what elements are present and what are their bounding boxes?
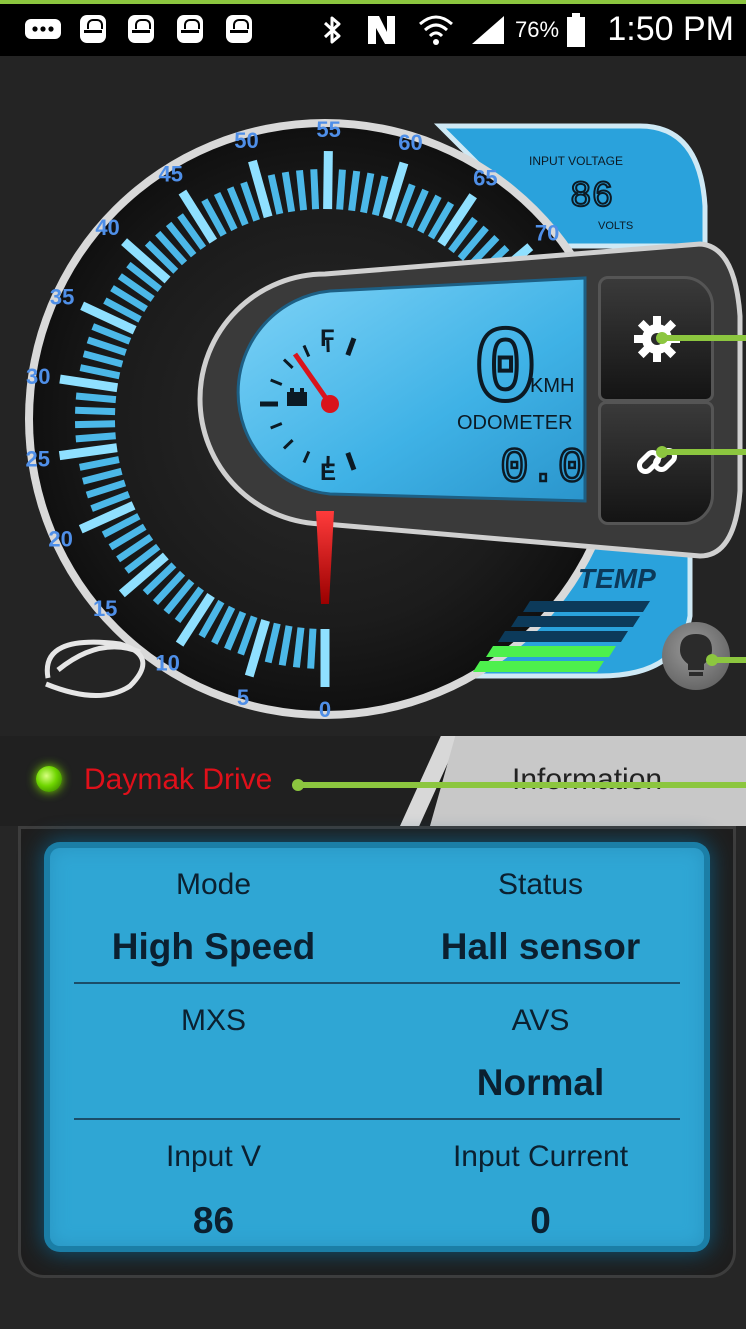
nfc-icon (368, 16, 395, 44)
speed-tick-label: 60 (398, 130, 422, 155)
callout-drive (298, 782, 746, 788)
odometer-label: ODOMETER (457, 412, 573, 434)
input-v-label: Input V (165, 1140, 262, 1173)
battery-percent: 76% (515, 17, 560, 42)
speed-minor-tick (74, 420, 116, 429)
speed-minor-tick (296, 169, 308, 211)
row-divider (74, 1118, 680, 1120)
speed-minor-tick (336, 169, 346, 210)
tab-information-label: Information (512, 763, 663, 796)
wifi-icon (419, 15, 453, 45)
mode-label: Mode (175, 868, 252, 901)
message-icon (25, 19, 61, 39)
input-v-value: 86 (192, 1200, 235, 1241)
status-bar: 76% 1:50 PM (0, 4, 746, 56)
speed-tick-label: 45 (158, 161, 182, 186)
row-divider (74, 982, 680, 984)
input-voltage-unit: VOLTS (598, 220, 633, 232)
galaxy-icon (177, 15, 203, 43)
fuel-needle-hub (321, 395, 339, 413)
info-container: Mode Status High Speed Hall sensor MXS A… (18, 826, 736, 1278)
speed-tick-label: 65 (473, 165, 497, 190)
connection-name: Daymak Drive (84, 763, 273, 796)
tab-bar: Daymak Drive Information (0, 736, 746, 826)
mode-value: High Speed (111, 926, 316, 967)
callout-connect-dot (656, 446, 668, 458)
tab-connection[interactable]: Daymak Drive (0, 736, 440, 826)
light-button[interactable] (662, 622, 730, 690)
connection-led-icon (36, 766, 62, 792)
speed-tick-label: 50 (234, 128, 258, 153)
tab-information[interactable]: Information (430, 736, 746, 826)
input-voltage-label: INPUT VOLTAGE (529, 154, 623, 168)
temp-label: TEMP (578, 563, 656, 594)
speed-minor-tick (75, 406, 116, 416)
speed-tick-label: 30 (26, 364, 50, 389)
status-label: Status (497, 868, 584, 901)
speed-minor-tick (292, 627, 305, 668)
avs-label: AVS (511, 1004, 570, 1037)
speed-tick-label: 70 (535, 221, 559, 246)
galaxy-icon (128, 15, 154, 43)
speed-tick-label: 25 (25, 447, 49, 472)
callout-connect (662, 449, 746, 455)
speed-unit: KMH (530, 375, 574, 397)
speed-tick-label: 5 (237, 685, 249, 710)
speed-tick-label: 20 (48, 526, 72, 551)
speed-minor-tick (310, 169, 320, 210)
info-panel: Mode Status High Speed Hall sensor MXS A… (50, 848, 704, 1246)
speed-tick-label: 55 (316, 117, 340, 142)
dashboard-area: 0 5 10 15 20 25 30 35 40 45 50 55 60 65 70 F E 0 KMH O… (0, 56, 746, 736)
galaxy-icon (226, 15, 252, 43)
app-screen: 76% 1:50 PM 0 5 10 15 20 25 30 35 40 45 … (0, 0, 746, 1329)
bluetooth-icon (323, 16, 341, 44)
signal-icon (472, 16, 504, 44)
callout-drive-dot (292, 779, 304, 791)
speed-tick-label: 40 (95, 215, 119, 240)
status-time: 1:50 PM (607, 10, 734, 48)
galaxy-icon (80, 15, 106, 43)
speed-minor-tick (307, 628, 317, 669)
speed-minor-tick (75, 432, 116, 443)
bottom-area (0, 1290, 746, 1329)
callout-light-dot (706, 654, 718, 666)
daymak-logo (44, 639, 146, 698)
connect-button[interactable] (598, 401, 714, 525)
speed-minor-tick (75, 392, 117, 404)
speed-major-tick (323, 150, 333, 210)
fuel-empty-label: E (320, 459, 336, 486)
input-current-label: Input Current (452, 1140, 629, 1173)
speed-tick-label: 15 (93, 596, 117, 621)
speed-tick-label: 10 (155, 651, 179, 676)
link-icon (636, 447, 678, 475)
input-current-value: 0 (530, 1200, 551, 1241)
odometer-value: 0.0 (500, 442, 586, 496)
status-value: Hall sensor (440, 926, 641, 967)
input-voltage-value: 86 (570, 176, 613, 217)
callout-settings-dot (656, 332, 668, 344)
speed-tick-label: 0 (319, 697, 331, 722)
battery-icon (567, 13, 585, 47)
speed-tick-label: 35 (50, 284, 74, 309)
avs-value: Normal (476, 1062, 605, 1103)
mxs-label: MXS (180, 1004, 246, 1037)
callout-settings (662, 335, 746, 341)
fuel-full-label: F (320, 325, 335, 352)
